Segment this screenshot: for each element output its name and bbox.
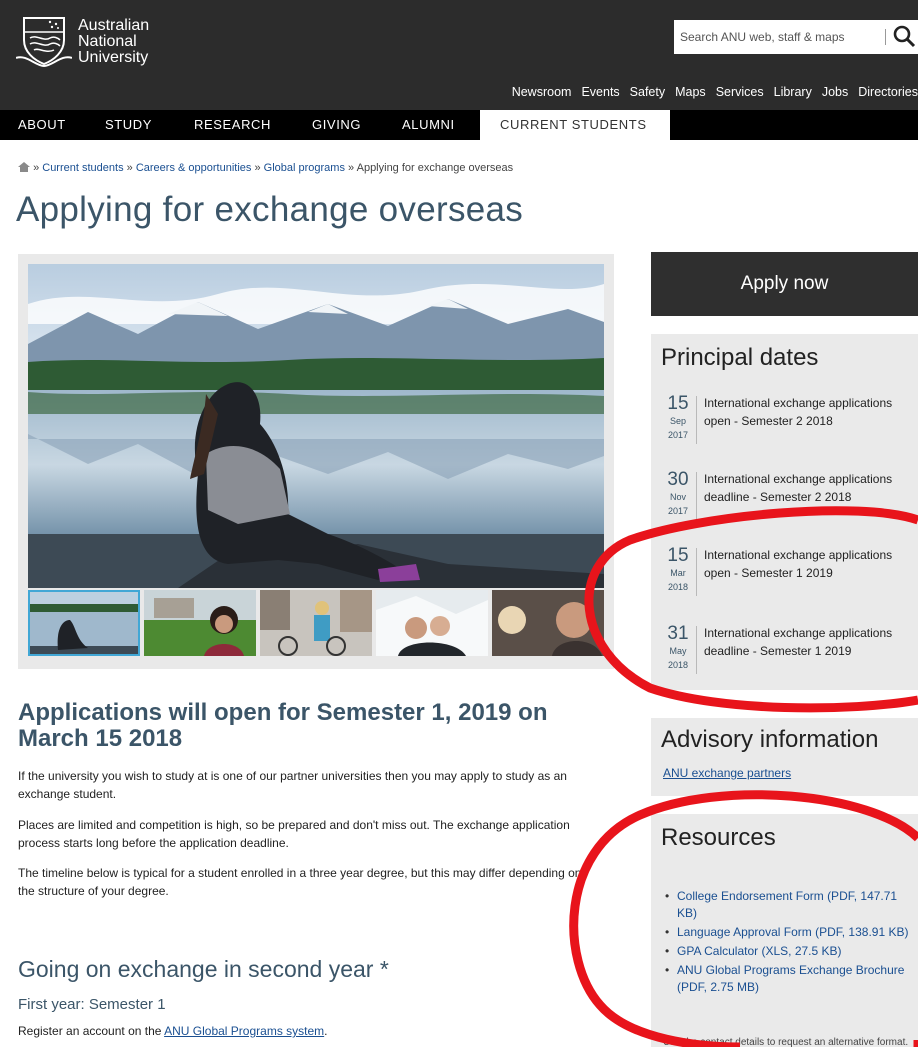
date-day: 15: [667, 393, 689, 414]
date-day: 30: [667, 469, 689, 490]
utility-nav-services[interactable]: Services: [716, 82, 764, 102]
date-description: International exchange applications open…: [704, 548, 893, 580]
register-text: Register an account on the: [18, 1024, 165, 1038]
gallery-main-image[interactable]: [28, 264, 604, 588]
date-divider: [696, 396, 697, 444]
date-description: International exchange applications open…: [704, 396, 893, 428]
register-text-end: .: [324, 1024, 328, 1038]
date-year: 2017: [667, 430, 689, 440]
breadcrumb-separator: »: [33, 162, 40, 174]
principal-dates-title: Principal dates: [661, 344, 819, 371]
breadcrumb-separator: »: [126, 162, 133, 174]
places-paragraph: Places are limited and competition is hi…: [18, 818, 570, 850]
date-year: 2018: [667, 660, 689, 670]
utility-nav-directories[interactable]: Directories: [858, 82, 918, 102]
date-month: May: [669, 646, 687, 656]
date-divider: [696, 626, 697, 674]
main-nav-research[interactable]: RESEARCH: [194, 110, 271, 140]
timeline-paragraph: The timeline below is typical for a stud…: [18, 866, 582, 898]
resource-link-exchange-brochure[interactable]: ANU Global Programs Exchange Brochure (P…: [665, 962, 915, 996]
date-day: 31: [667, 623, 689, 644]
gallery-thumbnails: [28, 590, 604, 656]
utility-nav-newsroom[interactable]: Newsroom: [512, 82, 572, 102]
gallery-thumbnail[interactable]: [492, 590, 604, 656]
search-button[interactable]: [890, 23, 918, 51]
gallery-thumbnail[interactable]: [376, 590, 488, 656]
resource-link-gpa-calculator[interactable]: GPA Calculator (XLS, 27.5 KB): [665, 943, 915, 960]
utility-nav-library[interactable]: Library: [774, 82, 812, 102]
resources-note: Use the contact details to request an al…: [663, 1037, 909, 1048]
date-year: 2018: [667, 582, 689, 592]
search-icon: [893, 25, 916, 48]
logo-line: National: [78, 33, 137, 50]
date-item: 31 May 2018 International exchange appli…: [665, 624, 918, 682]
advisory-panel: Advisory information ANU exchange partne…: [651, 718, 918, 796]
resources-panel: Resources College Endorsement Form (PDF,…: [651, 814, 918, 1048]
main-nav-giving[interactable]: GIVING: [312, 110, 361, 140]
main-nav-about[interactable]: ABOUT: [18, 110, 66, 140]
utility-nav-maps[interactable]: Maps: [675, 82, 706, 102]
main-nav-alumni[interactable]: ALUMNI: [402, 110, 455, 140]
intro-paragraph: If the university you wish to study at i…: [18, 769, 567, 801]
register-paragraph: Register an account on the ANU Global Pr…: [18, 1022, 592, 1040]
gallery-thumbnail[interactable]: [260, 590, 372, 656]
home-icon[interactable]: [18, 162, 30, 172]
date-description: International exchange applications dead…: [704, 626, 893, 658]
second-year-heading: Going on exchange in second year *: [18, 956, 389, 982]
date-month: Sep: [669, 416, 686, 426]
advisory-title: Advisory information: [661, 726, 879, 753]
logo-line: Australian: [78, 17, 150, 34]
site-header: Australian National University Newsroom …: [0, 0, 918, 110]
gallery-thumbnail[interactable]: [144, 590, 256, 656]
breadcrumb: » Current students » Careers & opportuni…: [18, 162, 513, 174]
applications-heading: Applications will open for Semester 1, 2…: [18, 699, 548, 752]
breadcrumb-current-students[interactable]: Current students: [42, 162, 123, 174]
date-description: International exchange applications dead…: [704, 472, 893, 504]
utility-nav-events[interactable]: Events: [581, 82, 619, 102]
anu-crest-logo: [16, 17, 72, 68]
date-divider: [696, 548, 697, 596]
breadcrumb-separator: »: [348, 162, 355, 174]
date-item: 15 Sep 2017 International exchange appli…: [665, 394, 918, 452]
date-month: Mar: [670, 568, 686, 578]
utility-nav-jobs[interactable]: Jobs: [822, 82, 848, 102]
first-year-semester-heading: First year: Semester 1: [18, 996, 166, 1013]
apply-now-button[interactable]: Apply now: [651, 252, 918, 316]
breadcrumb-separator: »: [254, 162, 261, 174]
breadcrumb-careers[interactable]: Careers & opportunities: [136, 162, 252, 174]
date-divider: [696, 472, 697, 520]
exchange-partners-link[interactable]: ANU exchange partners: [663, 766, 791, 780]
utility-nav-safety[interactable]: Safety: [630, 82, 665, 102]
main-nav-current-students[interactable]: CURRENT STUDENTS: [480, 110, 670, 140]
date-month: Nov: [669, 492, 686, 502]
breadcrumb-global-programs[interactable]: Global programs: [264, 162, 345, 174]
date-item: 30 Nov 2017 International exchange appli…: [665, 470, 918, 528]
date-day: 15: [667, 545, 689, 566]
main-nav-study[interactable]: STUDY: [105, 110, 152, 140]
date-year: 2017: [667, 506, 689, 516]
search-input[interactable]: [674, 20, 884, 54]
utility-nav: Newsroom Events Safety Maps Services Lib…: [512, 82, 918, 102]
resource-link-language-approval[interactable]: Language Approval Form (PDF, 138.91 KB): [665, 924, 915, 941]
page-title: Applying for exchange overseas: [16, 190, 524, 229]
resource-link-college-endorsement[interactable]: College Endorsement Form (PDF, 147.71 KB…: [665, 888, 915, 922]
date-item: 15 Mar 2018 International exchange appli…: [665, 546, 918, 604]
logo-line: University: [78, 49, 149, 66]
breadcrumb-current-page: Applying for exchange overseas: [356, 162, 514, 174]
anu-logo[interactable]: Australian National University: [16, 12, 191, 72]
main-nav: ABOUT STUDY RESEARCH GIVING ALUMNI CURRE…: [0, 110, 918, 140]
resources-list: College Endorsement Form (PDF, 147.71 KB…: [665, 888, 915, 998]
gallery-thumbnail[interactable]: [28, 590, 140, 656]
principal-dates-panel: Principal dates 15 Sep 2017 Internationa…: [651, 334, 918, 690]
search-divider: [885, 29, 886, 45]
logo-text: Australian National University: [78, 18, 149, 66]
global-programs-system-link[interactable]: ANU Global Programs system: [164, 1024, 324, 1038]
image-gallery: [18, 254, 614, 669]
search-box: [674, 20, 918, 54]
resources-title: Resources: [661, 824, 776, 851]
